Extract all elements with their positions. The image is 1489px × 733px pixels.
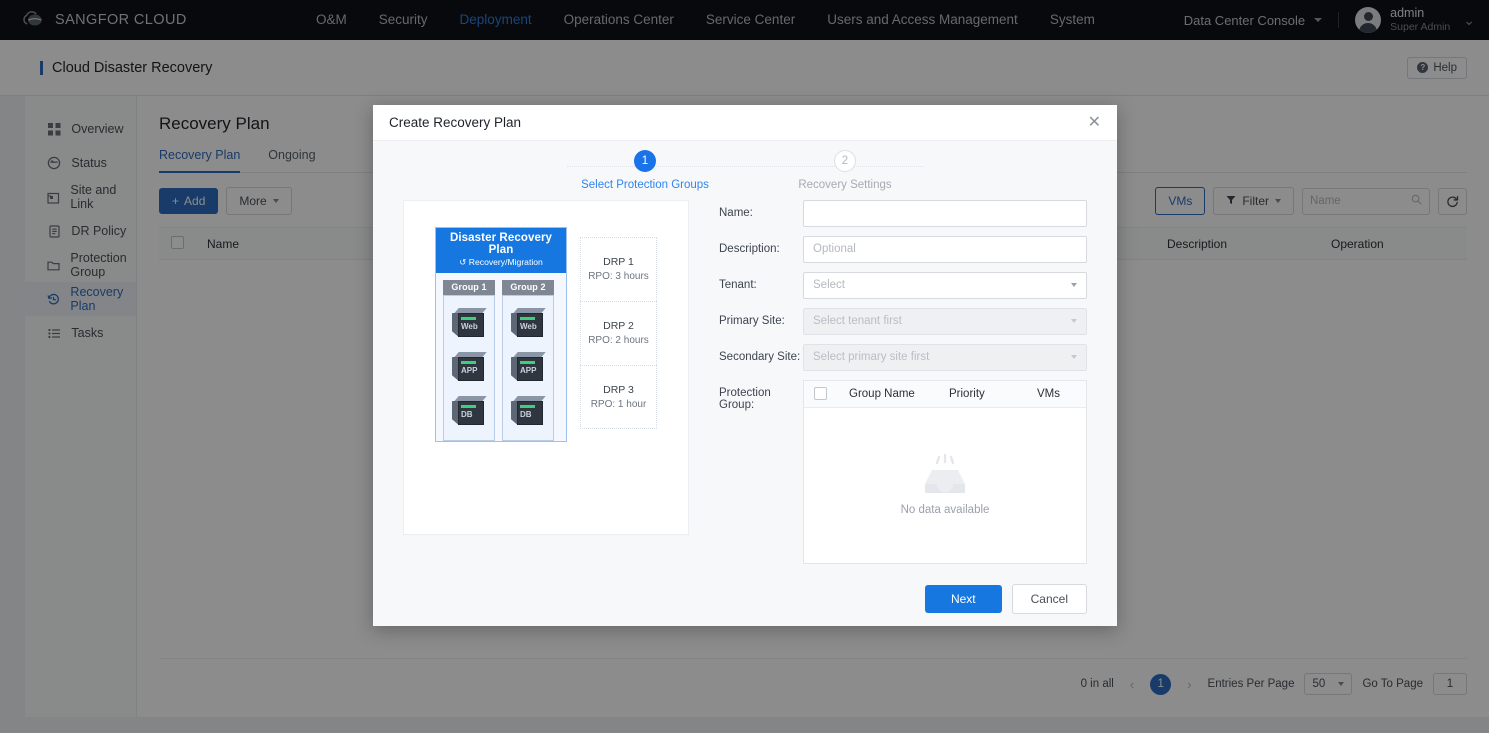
- name-field-label: Name:: [719, 207, 753, 220]
- description-field-label: Description:: [719, 243, 780, 256]
- field-row-primary-site: Primary Site: Select tenant first: [719, 307, 1087, 335]
- step-label: Select Protection Groups: [581, 178, 709, 191]
- dialog-footer: Next Cancel: [373, 573, 1117, 626]
- column-header-vms: VMs: [1037, 387, 1060, 400]
- group-header-label: Group 1: [443, 279, 495, 295]
- tenant-select[interactable]: Select: [803, 271, 1087, 299]
- drp-plan-title: Disaster Recovery Plan: [449, 231, 553, 256]
- vm-cell-app: APP: [503, 346, 553, 390]
- server-web-icon: Web: [511, 308, 546, 339]
- group-vm-box: Web APP DB: [443, 294, 495, 441]
- dialog-title: Create Recovery Plan: [389, 115, 522, 131]
- column-header-group-name: Group Name: [849, 387, 915, 400]
- step-recovery-settings[interactable]: 2 Recovery Settings: [745, 149, 945, 191]
- column-header-priority: Priority: [949, 387, 985, 400]
- secondary-site-select: Select primary site first: [803, 343, 1087, 371]
- step-number-badge: 1: [634, 149, 656, 172]
- chevron-down-icon: [1071, 283, 1077, 288]
- primary-site-field-label: Primary Site:: [719, 315, 785, 328]
- vm-cell-db: DB: [444, 390, 494, 434]
- vm-cell-db: DB: [503, 390, 553, 434]
- server-label: Web: [520, 322, 537, 332]
- sync-dotted-icon: ↺: [459, 256, 467, 267]
- vm-cell-app: APP: [444, 346, 494, 390]
- drp-name: DRP 2: [603, 320, 634, 333]
- drp-plan-subtitle-row: ↺ Recovery/Migration: [436, 257, 566, 268]
- name-input[interactable]: [803, 199, 1087, 227]
- server-label: Web: [461, 322, 478, 332]
- tenant-field-label: Tenant:: [719, 279, 757, 292]
- drp-row-2: DRP 2 RPO: 2 hours: [580, 300, 657, 365]
- description-input[interactable]: [803, 235, 1087, 263]
- dialog-header: Create Recovery Plan ✕: [373, 105, 1117, 142]
- field-row-secondary-site: Secondary Site: Select primary site firs…: [719, 343, 1087, 371]
- disaster-recovery-plan-diagram: Disaster Recovery Plan ↺ Recovery/Migrat…: [435, 217, 657, 442]
- server-db-icon: DB: [511, 396, 546, 427]
- server-db-icon: DB: [452, 396, 487, 427]
- description-field-control: [803, 235, 1087, 263]
- illustration-panel: Disaster Recovery Plan ↺ Recovery/Migrat…: [403, 199, 689, 535]
- empty-state-text: No data available: [900, 504, 990, 517]
- protection-group-table: Group Name Priority VMs No data availabl…: [803, 379, 1087, 564]
- step-number-badge: 2: [834, 149, 856, 172]
- primary-site-field-control: Select tenant first: [803, 307, 1087, 335]
- secondary-site-select-value: Select primary site first: [813, 351, 930, 364]
- group-column-1: Group 1 Web APP DB: [443, 279, 495, 441]
- drp-rpo: RPO: 2 hours: [588, 335, 649, 347]
- field-row-protection-group: Protection Group: Group Name Priority VM…: [719, 379, 1087, 564]
- step-label: Recovery Settings: [798, 178, 892, 191]
- group-column-2: Group 2 Web APP DB: [502, 279, 554, 441]
- server-app-icon: APP: [452, 352, 487, 383]
- field-row-description: Description:: [719, 235, 1087, 263]
- close-icon[interactable]: ✕: [1088, 114, 1101, 131]
- drp-groups: Group 1 Web APP DB Group 2 Web APP DB: [436, 273, 566, 441]
- drp-plan-subtitle: Recovery/Migration: [468, 256, 543, 267]
- drp-card-title-bar: Disaster Recovery Plan ↺ Recovery/Migrat…: [436, 227, 566, 273]
- drp-rpo: RPO: 1 hour: [590, 398, 647, 410]
- group-vm-box: Web APP DB: [502, 294, 554, 441]
- server-label: APP: [461, 366, 478, 376]
- group-header-label: Group 2: [502, 279, 554, 295]
- secondary-site-field-label: Secondary Site:: [719, 351, 801, 364]
- tenant-field-control: Select: [803, 271, 1087, 299]
- protection-group-field-label: Protection Group:: [719, 386, 771, 411]
- chevron-down-icon: [1071, 355, 1077, 360]
- cancel-button[interactable]: Cancel: [1011, 584, 1087, 615]
- field-row-tenant: Tenant: Select: [719, 271, 1087, 299]
- drp-row-3: DRP 3 RPO: 1 hour: [580, 364, 657, 429]
- drp-row-1: DRP 1 RPO: 3 hours: [580, 236, 657, 301]
- drp-rpo-column: DRP 1 RPO: 3 hours DRP 2 RPO: 2 hours DR…: [580, 236, 657, 429]
- drp-name: DRP 1: [603, 256, 634, 269]
- vm-cell-web: Web: [444, 302, 494, 346]
- vm-cell-web: Web: [503, 302, 553, 346]
- drp-name: DRP 3: [603, 383, 634, 396]
- server-app-icon: APP: [511, 352, 546, 383]
- name-field-control: [803, 199, 1087, 227]
- server-web-icon: Web: [452, 308, 487, 339]
- application-root: SANGFOR CLOUD O&M Security Deployment Op…: [0, 0, 1489, 733]
- drp-card: Disaster Recovery Plan ↺ Recovery/Migrat…: [435, 226, 567, 442]
- drp-rpo: RPO: 3 hours: [588, 271, 649, 283]
- dialog-body: Disaster Recovery Plan ↺ Recovery/Migrat…: [373, 199, 1117, 573]
- primary-site-select-value: Select tenant first: [813, 315, 902, 328]
- protection-group-table-body: No data available: [804, 408, 1086, 563]
- secondary-site-field-control: Select primary site first: [803, 343, 1087, 371]
- empty-inbox-icon: [918, 454, 972, 496]
- protection-group-field-control: Group Name Priority VMs No data availabl…: [803, 379, 1087, 564]
- wizard-stepper: 1 Select Protection Groups 2 Recovery Se…: [373, 141, 1117, 199]
- server-label: APP: [520, 366, 537, 376]
- next-button[interactable]: Next: [924, 585, 1002, 614]
- server-label: DB: [461, 410, 473, 420]
- chevron-down-icon: [1071, 319, 1077, 324]
- step-select-protection-groups[interactable]: 1 Select Protection Groups: [545, 149, 745, 191]
- checkbox-icon: [814, 387, 827, 401]
- protection-group-table-header: Group Name Priority VMs: [804, 380, 1086, 408]
- create-recovery-plan-dialog: Create Recovery Plan ✕ 1 Select Protecti…: [373, 105, 1117, 626]
- form-panel: Name: Description: Tenant: Select: [719, 199, 1087, 573]
- protection-group-select-all-checkbox[interactable]: [804, 387, 838, 401]
- primary-site-select: Select tenant first: [803, 307, 1087, 335]
- tenant-select-value: Select: [813, 279, 845, 292]
- server-label: DB: [520, 410, 532, 420]
- field-row-name: Name:: [719, 199, 1087, 227]
